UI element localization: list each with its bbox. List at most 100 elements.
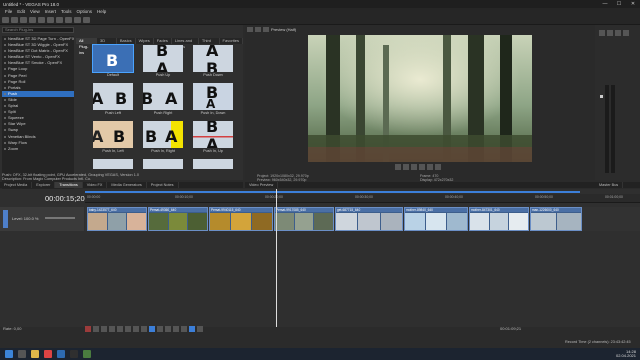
record-icon[interactable] [85, 326, 91, 332]
tab-favorites[interactable]: Favorites [220, 38, 243, 44]
thumb-push-in-up[interactable]: BA Push In, Up [190, 121, 243, 154]
go-to-start-icon[interactable] [133, 326, 139, 332]
render-icon[interactable] [29, 16, 36, 23]
tab-project-media[interactable]: Project Media [0, 182, 33, 188]
menu-tools[interactable]: Tools [61, 9, 72, 14]
tab-3d-effects[interactable]: 3D Effects [97, 38, 117, 49]
maximize-button[interactable]: ☐ [612, 1, 626, 7]
tab-project-notes[interactable]: Project Notes [147, 182, 179, 188]
video-clip[interactable]: baby-1423577_640 [87, 207, 147, 231]
menu-file[interactable]: File [5, 9, 12, 14]
vegas-app-icon[interactable] [57, 350, 65, 358]
envelope-tool-icon[interactable] [157, 326, 163, 332]
properties-icon[interactable] [38, 16, 45, 23]
thumb-push-up[interactable]: BA Push Up [140, 45, 193, 78]
fx-icon[interactable] [607, 30, 613, 36]
trim-icon[interactable] [181, 326, 187, 332]
tab-media-generators[interactable]: Media Generators [107, 182, 147, 188]
open-icon[interactable] [11, 16, 18, 23]
play-icon[interactable] [395, 164, 401, 170]
settings-icon[interactable] [599, 30, 605, 36]
thumb-push-in-down[interactable]: BA Push In, Down [190, 83, 243, 116]
timeline-ruler[interactable]: 00:00:00 00:00:10;00 00:00:20;00 00:00:3… [85, 194, 640, 203]
windows-start-icon[interactable] [5, 350, 13, 358]
loop-region[interactable] [85, 191, 580, 193]
video-clip[interactable]: man-1226000_640 [530, 207, 582, 231]
thumb-default[interactable]: B Default [90, 44, 143, 78]
preview-settings-icon[interactable] [255, 27, 261, 32]
prev-frame-icon[interactable] [411, 164, 417, 170]
menu-options[interactable]: Options [77, 9, 93, 14]
close-button[interactable]: ✕ [626, 1, 640, 7]
video-clip[interactable]: Persat-49360_640 [148, 207, 208, 231]
tab-video-preview[interactable]: Video Preview [245, 182, 279, 188]
split-icon[interactable] [173, 326, 179, 332]
volume-fader[interactable] [600, 95, 603, 98]
thumb-push-right[interactable]: BA Push Right [140, 83, 193, 116]
app-icon[interactable] [70, 350, 78, 358]
preview-quality-dropdown[interactable]: Preview (Half) [271, 27, 296, 32]
thumb-push-left[interactable]: AB Push Left [90, 83, 143, 116]
search-icon[interactable] [18, 350, 26, 358]
file-explorer-icon[interactable] [31, 350, 39, 358]
system-clock[interactable]: 14:28 02.04.2021 [616, 349, 636, 358]
paste-icon[interactable] [65, 16, 72, 23]
stop-icon[interactable] [403, 164, 409, 170]
video-track-header[interactable]: Level: 100.0 % [0, 207, 84, 231]
menu-edit[interactable]: Edit [17, 9, 25, 14]
playhead-cursor[interactable] [276, 189, 277, 327]
plugin-search-input[interactable]: Search Plug-ins [2, 27, 74, 33]
video-clip[interactable]: mother-89840_640 [404, 207, 468, 231]
clip-title: Persat-9917085_640 [275, 208, 333, 212]
play-from-start-icon[interactable] [101, 326, 107, 332]
video-clip[interactable]: mother-847301_640 [469, 207, 529, 231]
thumb-push-down[interactable]: AB Push Down [190, 45, 243, 78]
copy-snapshot-icon[interactable] [427, 164, 433, 170]
tab-lines-rects[interactable]: Lines and Rects [172, 38, 199, 49]
list-item[interactable]: Zoom [2, 146, 74, 152]
new-project-icon[interactable] [2, 16, 9, 23]
cut-icon[interactable] [47, 16, 54, 23]
tab-master-bus[interactable]: Master Bus [595, 182, 624, 188]
project-properties-icon[interactable] [247, 27, 253, 32]
tab-video-fx[interactable]: Video FX [83, 182, 108, 188]
video-clip[interactable]: Persat-9917085_640 [274, 207, 334, 231]
tab-wipes[interactable]: Wipes [136, 38, 154, 44]
video-clip[interactable]: get-687715_640 [335, 207, 403, 231]
tab-third-party[interactable]: Third Party [199, 38, 220, 49]
auto-ripple-icon[interactable] [197, 326, 203, 332]
next-frame-icon[interactable] [419, 164, 425, 170]
thumb-push-in-left[interactable]: AB Push In, Left [90, 121, 143, 154]
snapping-icon[interactable] [189, 326, 195, 332]
undo-icon[interactable] [74, 16, 81, 23]
browser-icon[interactable] [44, 350, 52, 358]
level-slider[interactable] [45, 217, 75, 219]
solo-icon[interactable] [623, 30, 629, 36]
save-icon[interactable] [20, 16, 27, 23]
menu-insert[interactable]: Insert [45, 9, 56, 14]
menu-view[interactable]: View [30, 9, 40, 14]
copy-icon[interactable] [56, 16, 63, 23]
play-icon[interactable] [109, 326, 115, 332]
minimize-button[interactable]: — [598, 1, 612, 7]
normal-edit-tool-icon[interactable] [149, 326, 155, 332]
tab-explorer[interactable]: Explorer [32, 182, 56, 188]
mute-icon[interactable] [615, 30, 621, 36]
video-preview-panel: Preview (Half) Project: 1920x1080x32, 29… [245, 25, 595, 182]
loop-icon[interactable] [93, 326, 99, 332]
stop-icon[interactable] [125, 326, 131, 332]
app-icon[interactable] [83, 350, 91, 358]
go-to-end-icon[interactable] [141, 326, 147, 332]
tab-all-plugins[interactable]: All Plug-ins [76, 38, 97, 55]
save-snapshot-icon[interactable] [435, 164, 441, 170]
menu-help[interactable]: Help [97, 9, 106, 14]
selection-tool-icon[interactable] [165, 326, 171, 332]
thumb-push-in-right[interactable]: BA Push In, Right [140, 121, 193, 154]
redo-icon[interactable] [83, 16, 90, 23]
split-screen-icon[interactable] [263, 27, 269, 32]
tab-fades[interactable]: Fades [154, 38, 172, 44]
tab-transitions[interactable]: Transitions [55, 182, 83, 188]
tab-basics[interactable]: Basics [117, 38, 136, 44]
pause-icon[interactable] [117, 326, 123, 332]
video-clip[interactable]: Persat-9940115_640 [209, 207, 273, 231]
